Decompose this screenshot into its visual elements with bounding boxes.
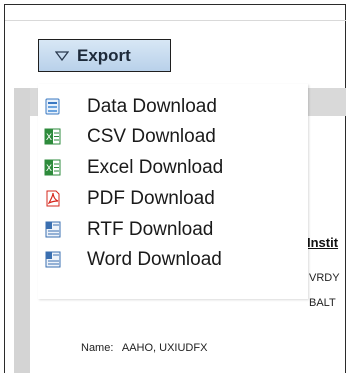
svg-text:X: X [46,133,52,143]
chevron-down-icon [55,49,69,63]
svg-text:X: X [46,164,52,174]
pdf-file-icon [44,190,62,207]
top-divider [5,20,346,21]
menu-item-label: Word Download [87,249,222,270]
menu-item-pdf-download[interactable]: PDF Download [38,183,308,213]
export-button[interactable]: Export [38,39,171,72]
menu-item-label: Data Download [87,96,217,117]
table-cell: VRDY [309,272,340,284]
table-cell: BALT [309,297,336,309]
menu-item-rtf-download[interactable]: RTF Download [38,214,308,244]
menu-item-label: PDF Download [87,188,215,209]
name-label: Name: [81,342,114,354]
menu-item-word-download[interactable]: Word Download [38,244,308,274]
excel-file-icon: X [44,159,62,176]
left-gray-strip [14,88,30,373]
menu-item-csv-download[interactable]: X CSV Download [38,121,308,151]
data-download-icon [44,98,62,115]
name-value: AAHO, UXIUDFX [121,342,208,354]
menu-item-label: Excel Download [87,157,224,178]
column-header-institution[interactable]: Instit [307,235,338,250]
menu-item-label: CSV Download [87,126,216,147]
menu-item-label: RTF Download [87,219,214,240]
menu-item-excel-download[interactable]: X Excel Download [38,152,308,182]
export-label: Export [77,45,131,65]
rtf-file-icon [44,221,62,238]
name-line: Name: AAHO, UXIUDFX [81,342,207,354]
csv-file-icon: X [44,128,62,145]
word-file-icon [44,251,62,268]
export-dropdown-menu: Data Download X CSV Download X Excel Dow… [38,84,308,299]
menu-item-data-download[interactable]: Data Download [38,91,308,121]
